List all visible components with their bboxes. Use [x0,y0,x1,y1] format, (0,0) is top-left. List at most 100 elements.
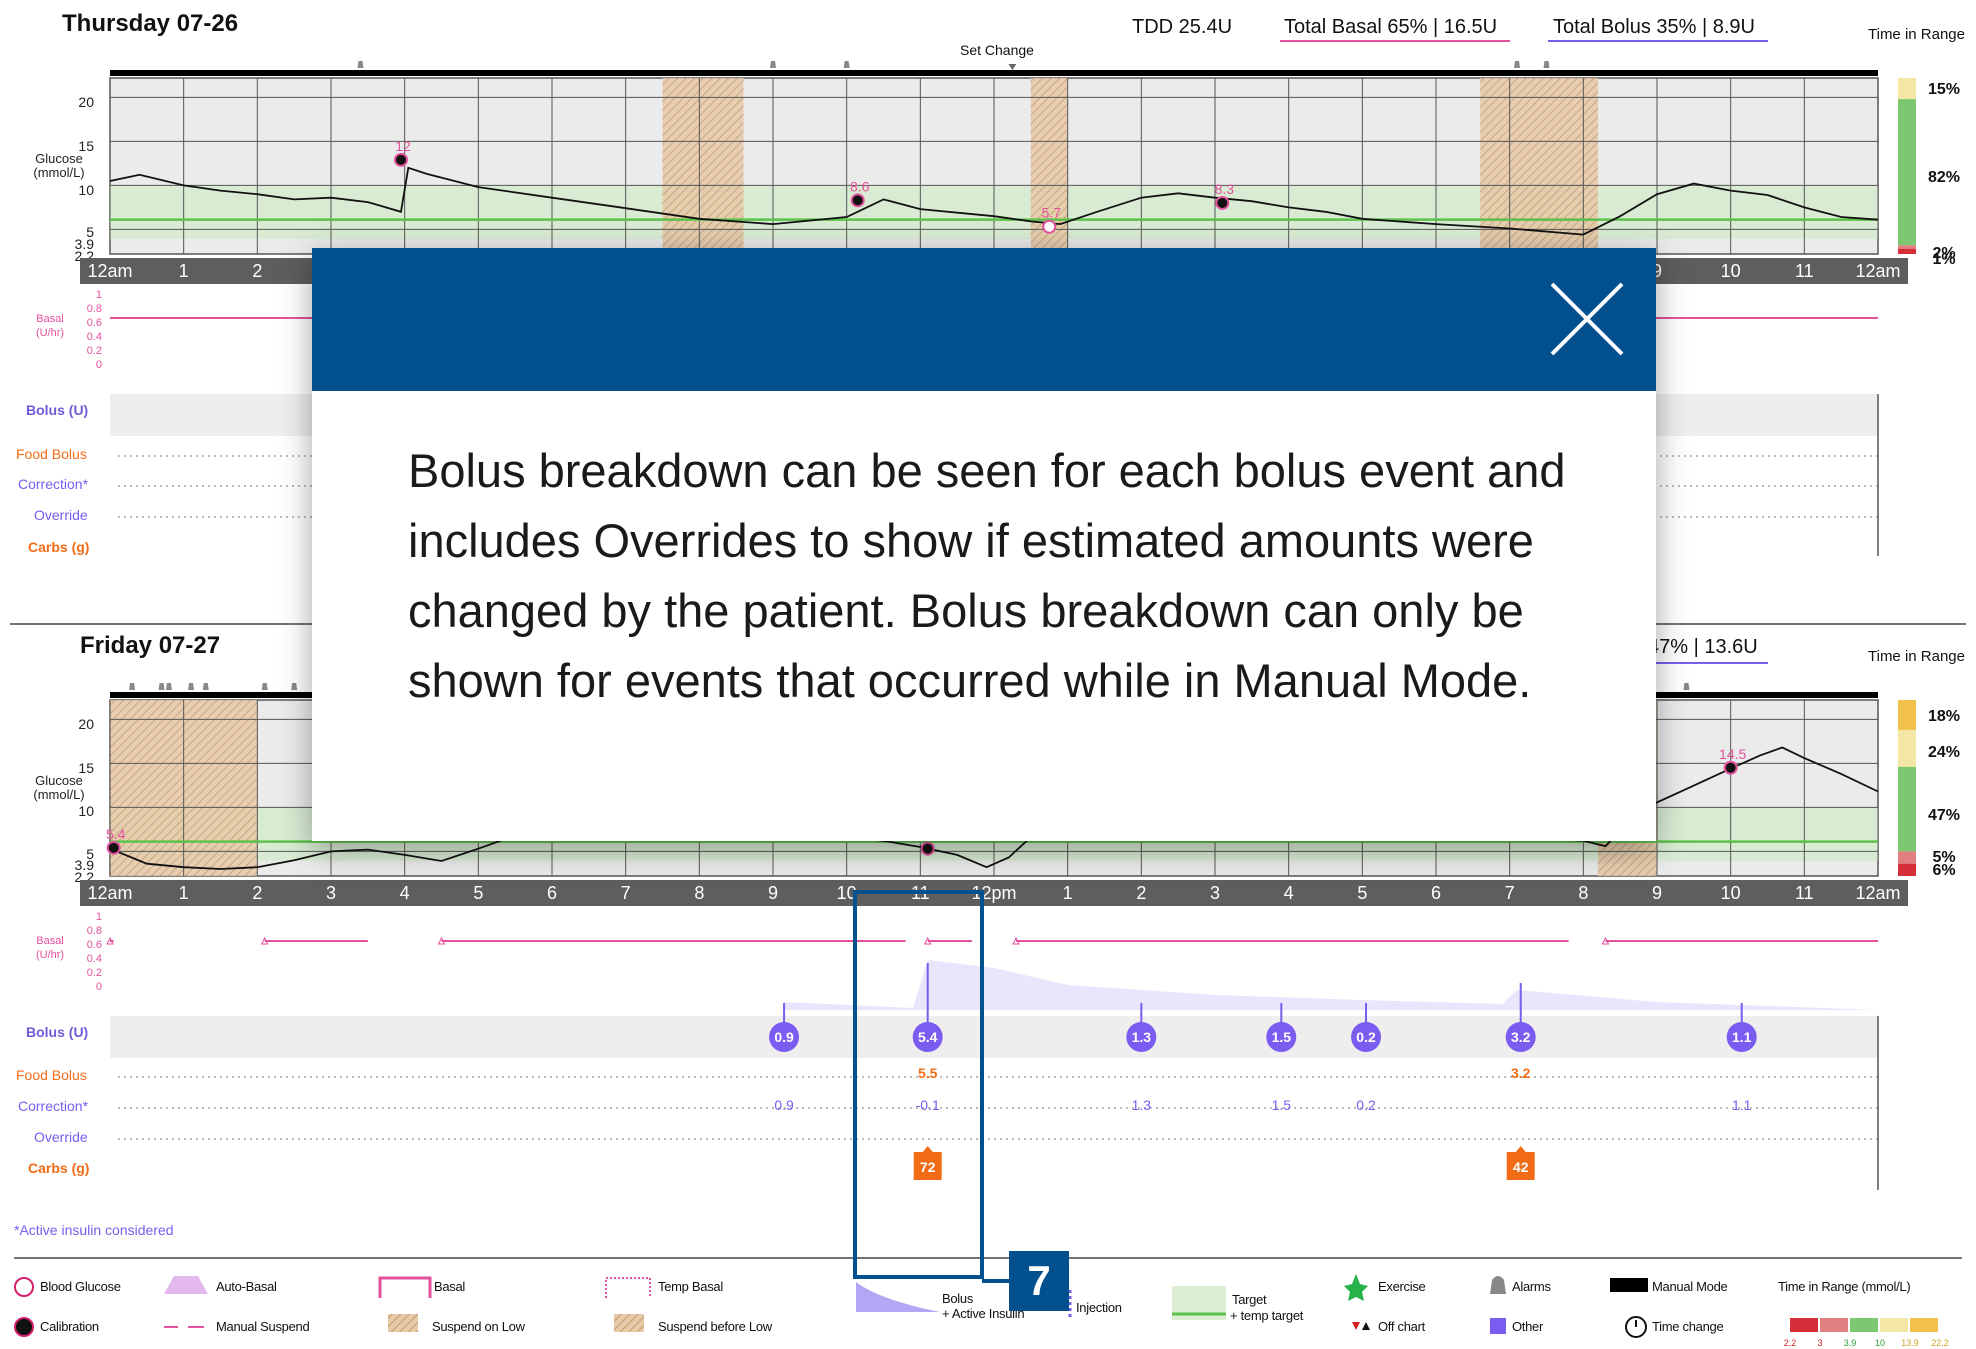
bolus-value: 5.4 [918,1029,938,1045]
tir-segment [1898,99,1916,246]
legend-injection: Injection [1076,1300,1122,1315]
basal-tick: 0.8 [87,303,102,315]
alarm-icon [202,683,209,690]
calibration-icon [14,1317,34,1337]
callout-number-badge: 7 [1009,1251,1069,1311]
hour-tick-label: 5 [473,883,483,903]
basal-tick: 0.6 [87,317,102,329]
hour-tick-label: 2 [252,883,262,903]
bolus-value: 1.3 [1132,1029,1152,1045]
food-bolus-value: 3.2 [1511,1065,1531,1081]
blood-glucose-icon [14,1277,34,1297]
basal-tick: 0 [96,359,102,371]
callout-highlight-box [853,890,984,1279]
glucose-marker [1215,195,1230,210]
basal-icon [378,1276,432,1298]
tir-legend-tick: 10 [1875,1338,1885,1348]
hour-tick-label: 12am [87,261,132,281]
glucose-marker [1723,760,1738,775]
off-chart-up-icon [1362,1322,1370,1330]
correction-value: -0.1 [916,1097,940,1113]
glucose-marker-label: 12 [395,138,411,154]
legend-blood-glucose: Blood Glucose [40,1279,121,1294]
tir-legend-tick: 3 [1817,1338,1822,1348]
alarm-icon [188,683,195,690]
hour-tick-label: 2 [1136,883,1146,903]
tir-percent-label: 82% [1928,169,1960,186]
hour-tick-label: 4 [1284,883,1294,903]
report-page: Thursday 07-26 TDD 25.4U Total Basal 65%… [0,0,1976,1349]
tir-segment [1898,248,1916,254]
legend-calibration: Calibration [40,1319,99,1334]
carbs-value: 42 [1513,1159,1529,1175]
food-bolus-value: 5.5 [918,1065,938,1081]
legend-basal: Basal [434,1279,466,1294]
hour-tick-label: 6 [1431,883,1441,903]
close-icon[interactable] [1548,280,1626,358]
correction-value: 1.5 [1272,1097,1292,1113]
manual-mode-bar [110,70,1878,76]
glucose-marker [1042,219,1057,234]
legend-manual-mode: Manual Mode [1652,1279,1728,1294]
legend-other: Other [1512,1319,1544,1334]
correction-value: 1.3 [1132,1097,1152,1113]
basal-tick: 0.2 [87,967,102,979]
tir-legend-swatch [1910,1318,1938,1332]
tir-legend-swatch [1820,1318,1848,1332]
hour-tick-label: 11 [1795,883,1814,903]
legend-tir-title: Time in Range (mmol/L) [1778,1279,1911,1294]
bolus-active-insulin-icon [856,1282,940,1312]
hour-tick-label: 8 [694,883,704,903]
glucose-marker-label: 14.5 [1719,746,1746,762]
legend-temp-basal: Temp Basal [658,1279,723,1294]
modal-body-text: Bolus breakdown can be seen for each bol… [408,444,1566,707]
hour-tick-label: 7 [621,883,631,903]
alarm-icon [158,683,165,690]
suspend-shading [662,78,744,254]
alarm-icon [1514,61,1521,68]
alarm-icon [261,683,268,690]
hour-tick-label: 1 [179,261,189,281]
other-icon [1490,1318,1506,1334]
correction-value: 1.1 [1732,1097,1752,1113]
tir-segment [1898,245,1916,249]
hour-tick-label: 12am [1855,883,1900,903]
glucose-marker [850,193,865,208]
hour-tick-label: 8 [1578,883,1588,903]
alarm-icon [129,683,136,690]
suspend-before-low-icon [614,1314,644,1332]
glucose-marker [106,840,121,855]
hour-tick-label: 6 [547,883,557,903]
alarm-bell-icon [1490,1276,1506,1294]
hour-tick-label: 5 [1357,883,1367,903]
active-insulin-area [784,960,1878,1010]
exercise-icon [1344,1274,1368,1301]
bolus-value: 0.2 [1356,1029,1376,1045]
hour-tick-label: 2 [252,261,262,281]
hour-tick-label: 7 [1505,883,1515,903]
set-change-icon [1008,64,1017,70]
legend-bolus: Bolus [942,1291,974,1306]
manual-mode-icon [1610,1278,1648,1292]
glucose-marker-label: 5.7 [1042,205,1062,221]
alarm-icon [843,61,850,68]
tir-percent-label: 47% [1928,807,1960,824]
hour-tick-label: 9 [1652,883,1662,903]
legend-exercise: Exercise [1378,1279,1426,1294]
basal-tick: 1 [96,911,102,923]
tir-percent-label: 15% [1928,81,1960,98]
auto-basal-icon [164,1276,208,1294]
basal-tick: 0 [96,981,102,993]
bolus-value: 1.1 [1732,1029,1752,1045]
hour-tick-label: 3 [326,883,336,903]
tir-percent-label: 18% [1928,708,1960,725]
basal-tick: 0.4 [87,331,102,343]
glucose-marker [920,841,935,856]
hour-tick-label: 12am [87,883,132,903]
hour-tick-label: 10 [1721,883,1741,903]
info-modal: Bolus breakdown can be seen for each bol… [312,248,1656,841]
tir-legend-swatch [1850,1318,1878,1332]
legend-alarms: Alarms [1512,1279,1551,1294]
legend-time-change: Time change [1652,1319,1724,1334]
tir-legend-swatch [1880,1318,1908,1332]
